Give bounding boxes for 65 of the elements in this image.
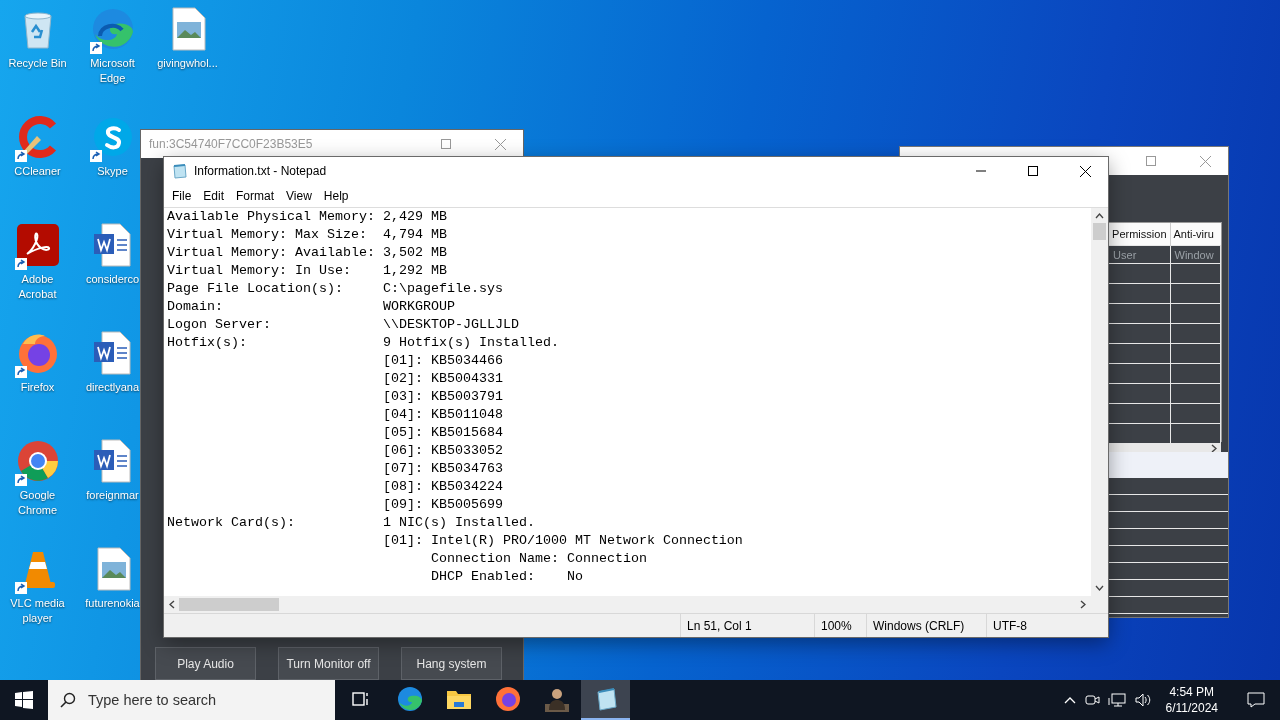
network-icon[interactable] bbox=[1107, 692, 1126, 708]
status-text: Windows (CRLF) bbox=[873, 618, 965, 633]
text-line: Available Physical Memory: 2,429 MB bbox=[167, 209, 447, 224]
text-line: [04]: KB5011048 bbox=[381, 407, 503, 422]
search-icon bbox=[60, 692, 76, 708]
text-line: [08]: KB5034224 bbox=[381, 479, 503, 494]
window-title: fun:3C54740F7CC0F23B53E5 bbox=[149, 137, 314, 151]
menu-item[interactable]: View bbox=[280, 189, 318, 203]
scroll-up-icon[interactable] bbox=[1095, 213, 1104, 219]
maximize-icon[interactable] bbox=[1028, 166, 1038, 176]
volume-icon[interactable] bbox=[1133, 692, 1152, 708]
notepad-icon bbox=[172, 163, 188, 179]
folder-icon[interactable] bbox=[445, 688, 472, 710]
table-cell: Window bbox=[1170, 245, 1221, 264]
table-cell: User bbox=[1108, 245, 1170, 264]
chevron-up-icon[interactable] bbox=[1063, 696, 1076, 704]
window-title: Information.txt - Notepad bbox=[194, 164, 328, 178]
text-line: Logon Server: \\DESKTOP-JGLLJLD bbox=[167, 317, 519, 332]
text-line: DHCP Enabled: No bbox=[429, 569, 583, 584]
fox-globe-icon[interactable] bbox=[494, 686, 521, 712]
text-line: Domain: WORKGROUP bbox=[167, 299, 455, 314]
task-view-icon[interactable] bbox=[350, 689, 371, 709]
scroll-left-icon[interactable] bbox=[169, 600, 175, 609]
column-header[interactable]: Permission bbox=[1108, 223, 1170, 246]
text-line: Hotfix(s): 9 Hotfix(s) Installed. bbox=[167, 335, 559, 350]
menu-item[interactable]: Format bbox=[230, 189, 281, 203]
text-line: [03]: KB5003791 bbox=[381, 389, 503, 404]
action-button[interactable]: Hang system bbox=[401, 647, 502, 680]
text-line: [06]: KB5033052 bbox=[381, 443, 503, 458]
text-line: [01]: KB5034466 bbox=[381, 353, 503, 368]
status-text: UTF-8 bbox=[993, 618, 1027, 633]
action-button[interactable]: Play Audio bbox=[155, 647, 256, 680]
clock-date[interactable]: 6/11/2024 bbox=[1165, 700, 1218, 716]
column-header[interactable]: Anti-viru bbox=[1170, 223, 1221, 246]
text-line: [07]: KB5034763 bbox=[381, 461, 503, 476]
text-line: Virtual Memory: In Use: 1,292 MB bbox=[167, 263, 447, 278]
text-line: Virtual Memory: Available: 3,502 MB bbox=[167, 245, 447, 260]
text-line: [09]: KB5005699 bbox=[381, 497, 503, 512]
status-text: 100% bbox=[821, 618, 852, 633]
text-line: Connection Name: Connection bbox=[429, 551, 647, 566]
menu-item[interactable]: Edit bbox=[197, 189, 231, 203]
edge-icon[interactable] bbox=[396, 686, 423, 712]
scrollbar-thumb[interactable] bbox=[179, 598, 279, 611]
text-line: Page File Location(s): C:\pagefile.sys bbox=[167, 281, 503, 296]
camera-icon[interactable] bbox=[1083, 692, 1100, 708]
status-text: Ln 51, Col 1 bbox=[687, 618, 752, 633]
notification-icon[interactable] bbox=[1247, 692, 1265, 708]
close-icon[interactable] bbox=[1079, 165, 1091, 177]
menu-item[interactable]: File bbox=[166, 189, 198, 203]
action-button[interactable]: Turn Monitor off bbox=[278, 647, 379, 680]
search-field[interactable]: Type here to search bbox=[48, 680, 335, 720]
pdf-app-icon bbox=[14, 222, 61, 268]
person-figure-icon[interactable] bbox=[544, 686, 569, 712]
text-line: [01]: Intel(R) PRO/1000 MT Network Connection bbox=[381, 533, 743, 548]
scroll-right-icon[interactable] bbox=[1211, 444, 1217, 453]
scroll-right-icon[interactable] bbox=[1080, 600, 1086, 609]
menu-item[interactable]: Help bbox=[317, 189, 355, 203]
text-line: Virtual Memory: Max Size: 4,794 MB bbox=[167, 227, 447, 242]
text-line: Network Card(s): 1 NIC(s) Installed. bbox=[167, 515, 535, 530]
text-line: [05]: KB5015684 bbox=[381, 425, 503, 440]
text-line: [02]: KB5004331 bbox=[381, 371, 503, 386]
scrollbar-thumb[interactable] bbox=[1093, 223, 1106, 240]
windows-logo-icon bbox=[15, 691, 33, 709]
scroll-down-icon[interactable] bbox=[1095, 585, 1104, 591]
clock-time[interactable]: 4:54 PM bbox=[1169, 684, 1215, 700]
